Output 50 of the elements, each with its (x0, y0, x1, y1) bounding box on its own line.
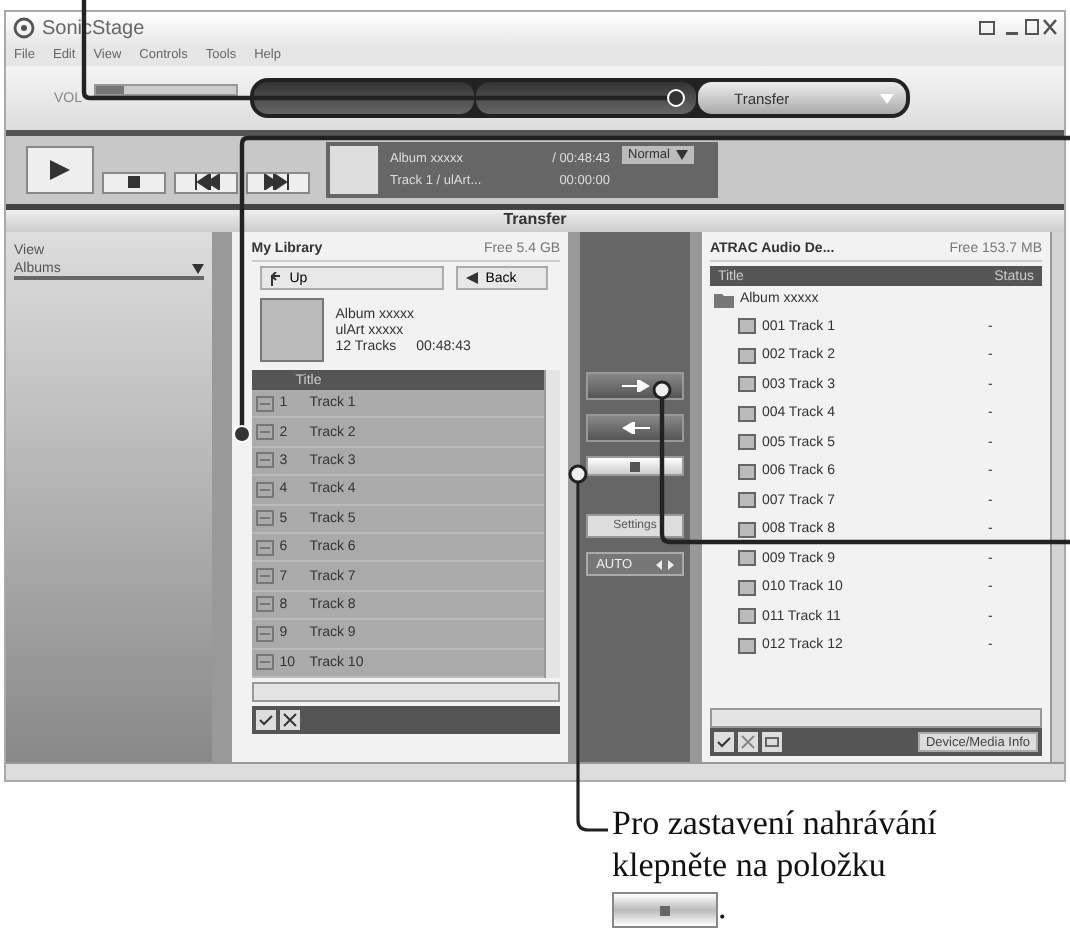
left-arrow-icon (621, 422, 650, 434)
track-icon (255, 539, 274, 556)
transfer-to-device-button[interactable] (586, 372, 684, 400)
horizontal-scrollbar[interactable] (6, 762, 1064, 780)
transfer-to-library-button[interactable] (586, 414, 684, 442)
caret-icon (880, 93, 895, 103)
stop-icon (126, 174, 142, 190)
right-arrow-icon (621, 380, 650, 392)
check-icon[interactable] (713, 732, 734, 752)
up-arrow-icon (269, 271, 282, 285)
track-icon (255, 481, 274, 498)
previous-icon (192, 174, 220, 190)
stop-button[interactable] (102, 171, 166, 193)
uncheck-icon[interactable] (279, 709, 300, 730)
caret-icon (191, 264, 204, 274)
uncheck-icon[interactable] (737, 732, 758, 752)
window-controls-icon[interactable] (978, 18, 1058, 38)
vertical-scrollbar[interactable] (1050, 232, 1064, 762)
section-title: Transfer (6, 210, 1064, 232)
next-icon (264, 174, 292, 190)
track-icon (255, 568, 274, 585)
play-button[interactable] (26, 146, 94, 194)
caption-text: Pro zastavení nahrávání klepněte na položku (612, 802, 939, 886)
track-icon (255, 510, 274, 527)
stop-button-image (612, 892, 718, 928)
stop-icon (630, 461, 641, 471)
horizontal-scrollbar[interactable] (251, 681, 561, 702)
vertical-scrollbar[interactable] (544, 370, 561, 678)
arrows-icon (655, 559, 674, 569)
previous-button[interactable] (174, 171, 238, 193)
track-icon (255, 452, 274, 469)
next-button[interactable] (246, 171, 310, 193)
play-icon (48, 160, 72, 180)
track-icon (255, 625, 274, 642)
volume-slider[interactable] (94, 84, 239, 96)
caret-icon (675, 150, 688, 160)
app-logo-icon (12, 16, 36, 40)
track-icon (255, 654, 274, 671)
check-icon[interactable] (255, 709, 276, 730)
folder-icon (713, 291, 734, 307)
horizontal-scrollbar[interactable] (709, 708, 1042, 728)
folder-icon[interactable] (761, 732, 782, 752)
track-icon (255, 596, 274, 613)
track-icon (255, 395, 274, 412)
album-art-placeholder (330, 146, 378, 194)
stop-transfer-button[interactable] (586, 456, 684, 476)
album-art-placeholder (259, 298, 324, 362)
track-icon (255, 424, 274, 441)
back-arrow-icon (465, 272, 478, 284)
caption-period: . (718, 886, 727, 928)
